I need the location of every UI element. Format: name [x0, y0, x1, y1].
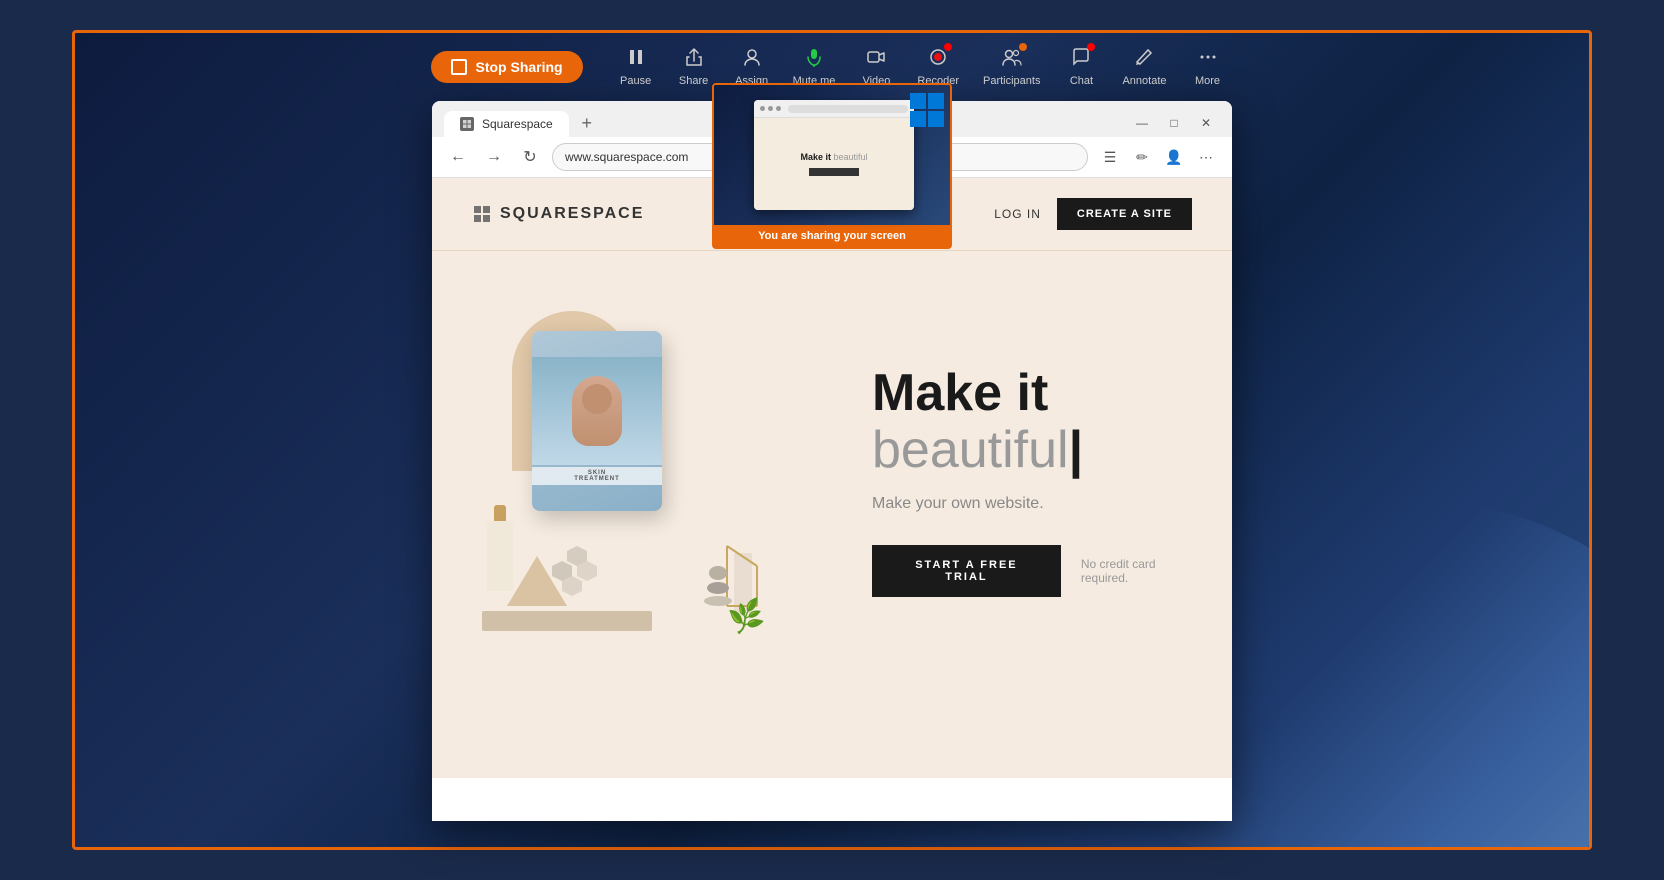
- hero-cursor: |: [1069, 421, 1084, 479]
- assign-icon: [742, 47, 762, 71]
- create-site-button[interactable]: CREATE A SITE: [1057, 198, 1192, 230]
- chat-badge: [1087, 43, 1095, 51]
- browser-tabs: Squarespace +: [444, 109, 601, 137]
- squarespace-wordmark: SQUARESPACE: [500, 205, 644, 223]
- tablet-screen: SKIN TREATMENT: [532, 331, 662, 511]
- more-label: More: [1195, 75, 1220, 87]
- toolbar-chat[interactable]: Chat: [1056, 43, 1106, 91]
- hero-title-light: beautiful: [872, 421, 1069, 479]
- chat-label: Chat: [1070, 75, 1093, 87]
- share-preview-popup: Make it beautiful You are sharing your s…: [712, 83, 952, 249]
- toolbar-share[interactable]: Share: [669, 43, 719, 91]
- browser-actions: ☰ ✏ 👤 ⋯: [1096, 143, 1220, 171]
- chat-icon: [1071, 47, 1091, 71]
- stop-sharing-label: Stop Sharing: [475, 59, 562, 75]
- menu-button[interactable]: ☰: [1096, 143, 1124, 171]
- skin-treatment-label: SKIN TREATMENT: [532, 467, 662, 485]
- annotate-label: Annotate: [1122, 75, 1166, 87]
- hero-title-bold: Make it: [872, 364, 1048, 422]
- preview-mini-address: [788, 105, 908, 113]
- product-display: SKIN TREATMENT: [472, 291, 772, 671]
- annotate-icon: [1134, 47, 1154, 71]
- forward-button[interactable]: →: [480, 143, 508, 171]
- participants-label: Participants: [983, 75, 1040, 87]
- hero-right: Make it beautiful| Make your own website…: [832, 365, 1192, 597]
- more-icon: [1198, 47, 1218, 71]
- stop-sharing-button[interactable]: Stop Sharing: [431, 51, 582, 83]
- mini-dot-2: [768, 106, 773, 111]
- screen-share-frame: Stop Sharing Pause Share: [72, 30, 1592, 850]
- browser-tab-squarespace[interactable]: Squarespace: [444, 111, 569, 137]
- toolbar-annotate[interactable]: Annotate: [1114, 43, 1174, 91]
- window-minimize-button[interactable]: —: [1128, 109, 1156, 137]
- share-label: Share: [679, 75, 708, 87]
- video-icon: [866, 47, 886, 71]
- login-button[interactable]: LOG IN: [994, 207, 1041, 221]
- stop-sharing-icon: [451, 59, 467, 75]
- new-tab-button[interactable]: +: [573, 109, 601, 137]
- product-tablet: SKIN TREATMENT: [532, 331, 662, 511]
- share-preview-label: You are sharing your screen: [714, 225, 950, 247]
- preview-mini-browser: Make it beautiful: [754, 100, 914, 210]
- tab-favicon: [460, 117, 474, 131]
- stone-platform: [482, 611, 652, 631]
- browser-more-button[interactable]: ⋯: [1192, 143, 1220, 171]
- recorder-icon: [928, 47, 948, 71]
- pause-icon: [626, 47, 646, 71]
- toolbar-pause[interactable]: Pause: [611, 43, 661, 91]
- window-close-button[interactable]: ✕: [1192, 109, 1220, 137]
- mini-dot-1: [760, 106, 765, 111]
- hero-actions: START A FREE TRIAL No credit card requir…: [872, 545, 1192, 597]
- hero-title: Make it beautiful|: [872, 365, 1192, 479]
- toolbar-more[interactable]: More: [1183, 43, 1233, 91]
- balanced-stones: [704, 566, 732, 606]
- participants-badge: [1019, 43, 1027, 51]
- back-button[interactable]: ←: [444, 143, 472, 171]
- hero-left: SKIN TREATMENT: [472, 291, 796, 671]
- preview-mini-content: Make it beautiful: [754, 118, 914, 210]
- share-icon: [684, 47, 704, 71]
- refresh-button[interactable]: ↻: [516, 143, 544, 171]
- hex-shapes: [552, 546, 632, 611]
- participants-icon: [1001, 47, 1023, 71]
- account-button[interactable]: 👤: [1160, 143, 1188, 171]
- window-controls: — □ ✕: [1128, 109, 1220, 137]
- mini-dot-3: [776, 106, 781, 111]
- site-logo: SQUARESPACE: [472, 204, 644, 224]
- tab-title: Squarespace: [482, 117, 553, 131]
- hero-section: SKIN TREATMENT: [432, 251, 1232, 711]
- pause-label: Pause: [620, 75, 651, 87]
- window-maximize-button[interactable]: □: [1160, 109, 1188, 137]
- site-nav-actions: LOG IN CREATE A SITE: [994, 198, 1192, 230]
- toolbar-participants[interactable]: Participants: [975, 43, 1048, 91]
- free-trial-button[interactable]: START A FREE TRIAL: [872, 545, 1061, 597]
- mute-icon: [804, 47, 824, 71]
- no-credit-card-text: No credit card required.: [1081, 557, 1192, 585]
- squarespace-logo-icon: [472, 204, 492, 224]
- bottle-group: [487, 505, 513, 591]
- website-content: SQUARESPACE SEARCH LOG IN CREATE A SITE: [432, 178, 1232, 778]
- recorder-badge: [944, 43, 952, 51]
- hero-subtitle: Make your own website.: [872, 495, 1192, 513]
- edit-button[interactable]: ✏: [1128, 143, 1156, 171]
- preview-mini-bar: [754, 100, 914, 118]
- windows-logo: [910, 93, 946, 134]
- preview-thumbnail: Make it beautiful: [714, 85, 952, 225]
